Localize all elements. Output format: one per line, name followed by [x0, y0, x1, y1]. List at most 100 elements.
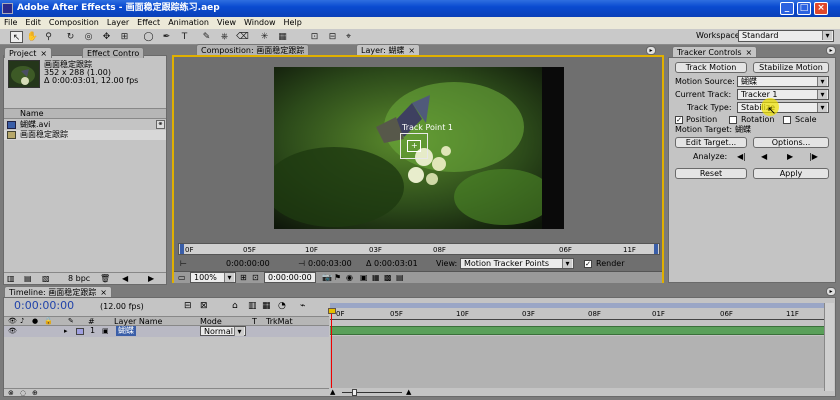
safe-margins-icon[interactable]: ⊞: [240, 273, 247, 282]
scroll-left-icon[interactable]: ◀: [122, 274, 128, 283]
maximize-button[interactable]: □: [797, 2, 811, 15]
view-dropdown[interactable]: Motion Tracker Points: [460, 258, 574, 269]
zoom-slider-thumb[interactable]: [352, 389, 357, 396]
out-point-icon[interactable]: ⊣: [298, 259, 305, 268]
col-name-header[interactable]: Name: [20, 109, 44, 119]
tab-composition[interactable]: Composition: 画面稳定跟踪: [196, 44, 310, 55]
layer-switches-icon[interactable]: ⊗: [8, 389, 14, 397]
menu-layer[interactable]: Layer: [103, 17, 133, 29]
pen-tool-icon[interactable]: ✒: [160, 31, 173, 43]
menu-file[interactable]: File: [0, 17, 21, 29]
timeline-layer-row[interactable]: 👁 ▸ 1 ▣ 蝴蝶 Normal: [4, 326, 329, 337]
edit-target-button[interactable]: Edit Target...: [675, 137, 747, 148]
align-icon[interactable]: ⊟: [326, 31, 339, 43]
render-checkbox[interactable]: ✓: [584, 260, 592, 268]
draft-3d-icon[interactable]: ⌂: [232, 301, 238, 311]
zoom-tool-icon[interactable]: ⚲: [42, 31, 55, 43]
brush-tips-icon[interactable]: ▦: [276, 31, 289, 43]
menu-edit[interactable]: Edit: [21, 17, 45, 29]
zoom-dropdown[interactable]: 100%: [190, 272, 236, 283]
layer-label-color[interactable]: [76, 328, 84, 335]
live-update-icon[interactable]: ⊠: [200, 301, 208, 311]
layer-mode-dropdown[interactable]: Normal: [200, 326, 246, 336]
layer-footage[interactable]: + Track Point 1: [274, 67, 564, 229]
tab-effect-controls[interactable]: Effect Contro: [82, 47, 145, 58]
workspace-dropdown[interactable]: Standard: [738, 30, 834, 42]
channel-icon[interactable]: ◉: [346, 273, 353, 282]
layer-duration-bar[interactable]: [330, 326, 824, 335]
close-button[interactable]: ×: [814, 2, 828, 15]
menu-effect[interactable]: Effect: [133, 17, 164, 29]
mask-tool-icon[interactable]: ◯: [142, 31, 155, 43]
analyze-forward-icon[interactable]: ▶: [787, 152, 793, 161]
work-area-bar[interactable]: [330, 303, 824, 308]
hide-shy-layers-icon[interactable]: ▥: [248, 301, 257, 311]
mask-view-icon[interactable]: ⊡: [252, 273, 259, 282]
trash-icon[interactable]: 🗑: [100, 274, 110, 283]
timeline-zoom-slider[interactable]: ▲ ▲: [330, 388, 530, 396]
hand-tool-icon[interactable]: ✋: [26, 31, 39, 43]
tab-tracker-controls[interactable]: Tracker Controls ×: [672, 46, 758, 57]
current-time-indicator[interactable]: [331, 312, 332, 388]
audio-switch-icon[interactable]: ♪: [20, 317, 24, 325]
track-camera-icon[interactable]: ✥: [100, 31, 113, 43]
analyze-backward-icon[interactable]: ◀: [761, 152, 767, 161]
scroll-right-icon[interactable]: ▶: [148, 274, 154, 283]
menu-help[interactable]: Help: [280, 17, 306, 29]
motion-blur-icon[interactable]: ◔: [278, 301, 286, 311]
graph-editor-icon[interactable]: ⌁: [300, 301, 305, 311]
tab-timeline[interactable]: Timeline: 画面稳定跟踪 ×: [4, 286, 112, 297]
in-point-icon[interactable]: ⊢: [180, 259, 187, 268]
transfer-controls-icon[interactable]: ◌: [20, 389, 26, 397]
zoom-slider-track[interactable]: [342, 392, 402, 393]
tab-layer[interactable]: Layer: 蝴蝶 ×: [356, 44, 421, 55]
track-point-search-box[interactable]: +: [400, 133, 428, 159]
fast-previews-icon[interactable]: ▤: [396, 273, 404, 282]
current-track-dropdown[interactable]: Tracker 1: [737, 89, 829, 100]
bit-depth-label[interactable]: 8 bpc: [68, 274, 90, 284]
transparency-grid-icon[interactable]: ▦: [372, 273, 380, 282]
minimize-button[interactable]: _: [780, 2, 794, 15]
menu-animation[interactable]: Animation: [164, 17, 213, 29]
clone-stamp-icon[interactable]: ⎈: [218, 31, 231, 43]
analyze-forward-frame-icon[interactable]: |▶: [809, 152, 818, 161]
lock-switch-icon[interactable]: 🔒: [44, 317, 53, 325]
reset-button[interactable]: Reset: [675, 168, 747, 179]
viewer-menu-icon[interactable]: ▸: [646, 46, 656, 55]
rotate-tool-icon[interactable]: ↻: [64, 31, 77, 43]
frame-blending-icon[interactable]: ▦: [262, 301, 271, 311]
workspace-panel-icon[interactable]: ⊡: [308, 31, 321, 43]
interpret-footage-icon[interactable]: ▥: [7, 274, 15, 283]
position-checkbox[interactable]: ✓: [675, 116, 683, 124]
brush-tool-icon[interactable]: ✎: [200, 31, 213, 43]
selection-tool-icon[interactable]: ↖: [10, 31, 23, 43]
type-tool-icon[interactable]: T: [178, 31, 191, 43]
track-type-dropdown[interactable]: Stabilize: [737, 102, 829, 113]
menu-composition[interactable]: Composition: [45, 17, 103, 29]
project-row[interactable]: 画面稳定跟踪: [4, 130, 166, 140]
rotation-checkbox[interactable]: [729, 116, 737, 124]
flowchart-icon[interactable]: ⚭: [156, 120, 165, 129]
zoom-out-icon[interactable]: ▲: [330, 388, 335, 396]
snapshot-icon[interactable]: 📷: [322, 273, 332, 282]
ruler-in-point[interactable]: [180, 244, 184, 254]
in-out-panes-icon[interactable]: ⊕: [32, 389, 38, 397]
project-row[interactable]: 蝴蝶.avi: [4, 120, 166, 130]
tracker-menu-icon[interactable]: ▸: [826, 46, 836, 55]
playhead-handle[interactable]: [328, 308, 336, 314]
timeline-ruler[interactable]: 0F 05F 10F 03F 08F 01F 06F 11F: [330, 303, 824, 325]
track-point-crosshair-icon[interactable]: +: [411, 141, 418, 150]
orbit-camera-icon[interactable]: ◎: [82, 31, 95, 43]
scale-checkbox[interactable]: [783, 116, 791, 124]
menu-window[interactable]: Window: [240, 17, 280, 29]
track-motion-button[interactable]: Track Motion: [675, 62, 747, 73]
layer-expand-icon[interactable]: ▸: [64, 327, 68, 335]
timeline-current-time[interactable]: 0:00:00:00: [14, 300, 74, 311]
label-column-icon[interactable]: ✎: [68, 317, 74, 325]
apply-button[interactable]: Apply: [753, 168, 829, 179]
motion-source-dropdown[interactable]: 蝴蝶: [737, 76, 829, 87]
ruler-out-point[interactable]: [654, 244, 658, 254]
timeline-menu-icon[interactable]: ▸: [826, 287, 836, 296]
puppet-tool-icon[interactable]: ✳: [258, 31, 271, 43]
always-preview-icon[interactable]: ▭: [178, 273, 186, 282]
